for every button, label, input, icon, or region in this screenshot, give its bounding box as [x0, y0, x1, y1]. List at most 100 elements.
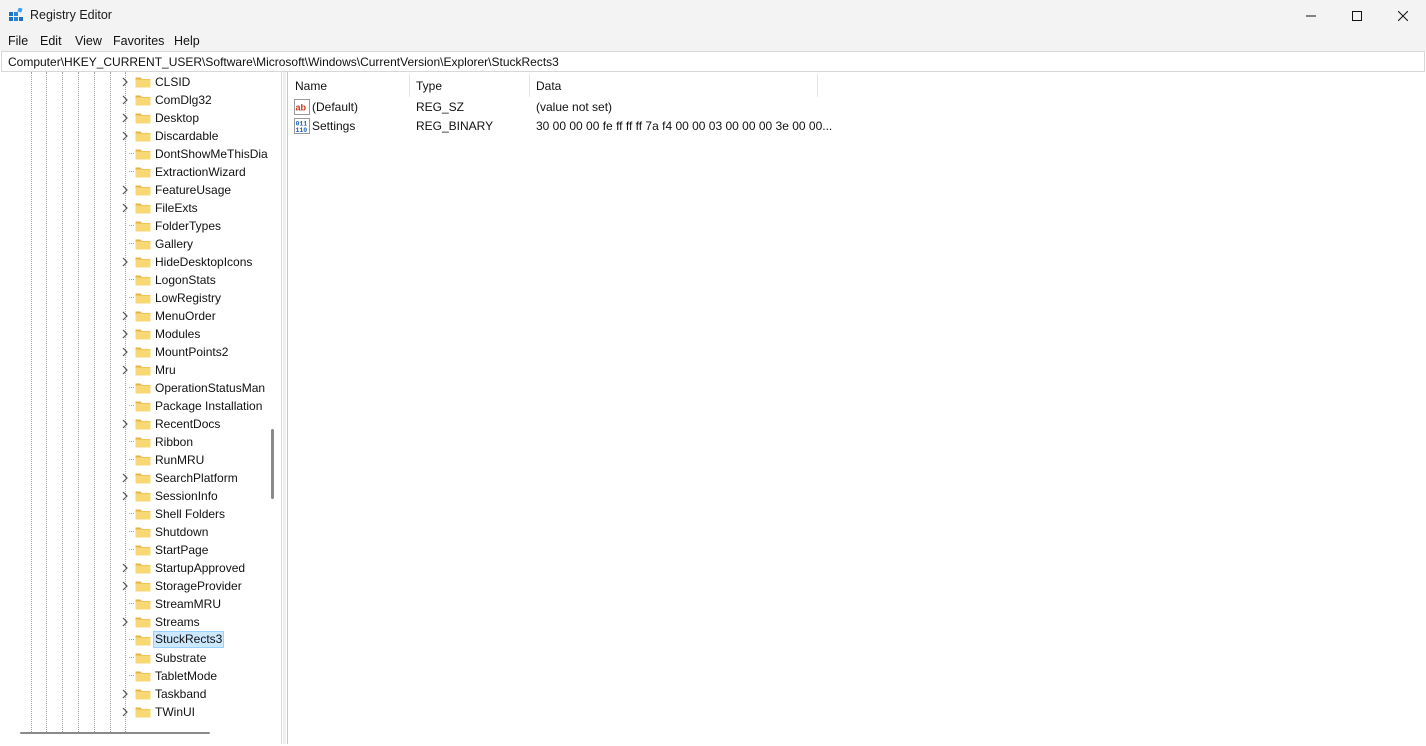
value-row[interactable]: ab (Default) REG_SZ (value not set): [288, 98, 828, 117]
tree-item-label: LogonStats: [155, 273, 216, 287]
chevron-right-icon[interactable]: [120, 329, 130, 339]
folder-icon: [135, 257, 151, 268]
chevron-right-icon[interactable]: [120, 131, 130, 141]
address-bar[interactable]: Computer\HKEY_CURRENT_USER\Software\Micr…: [1, 51, 1425, 72]
column-separator[interactable]: [817, 74, 818, 97]
tree-item[interactable]: HideDesktopIcons: [1, 253, 266, 271]
chevron-right-icon[interactable]: [120, 563, 130, 573]
tree-item[interactable]: RecentDocs: [1, 415, 266, 433]
value-row[interactable]: 011 110 Settings REG_BINARY 30 00 00 00 fe f…: [288, 117, 832, 136]
chevron-right-icon[interactable]: [120, 707, 130, 717]
maximize-icon: [1352, 10, 1362, 21]
chevron-right-icon[interactable]: [120, 689, 130, 699]
tree-item[interactable]: DontShowMeThisDia: [1, 145, 268, 163]
menu-edit[interactable]: Edit: [40, 34, 62, 48]
tree-vertical-scrollbar[interactable]: [271, 429, 274, 499]
chevron-right-icon[interactable]: [120, 581, 130, 591]
folder-icon: [135, 581, 151, 592]
tree-item[interactable]: LowRegistry: [1, 289, 266, 307]
folder-icon: [135, 383, 151, 394]
tree-item[interactable]: Modules: [1, 325, 266, 343]
chevron-right-icon[interactable]: [120, 185, 130, 195]
tree-item[interactable]: StuckRects3: [1, 631, 266, 649]
tree-item[interactable]: LogonStats: [1, 271, 266, 289]
chevron-right-icon[interactable]: [120, 311, 130, 321]
tree-item[interactable]: Gallery: [1, 235, 266, 253]
tree-item[interactable]: Mru: [1, 361, 266, 379]
tree-item-label: OperationStatusMan: [155, 381, 266, 395]
tree-item-label: Discardable: [155, 129, 219, 143]
tree-item[interactable]: FolderTypes: [1, 217, 266, 235]
tree-horizontal-scrollbar[interactable]: [20, 732, 210, 734]
tree-item[interactable]: Taskband: [1, 685, 266, 703]
address-path[interactable]: Computer\HKEY_CURRENT_USER\Software\Micr…: [8, 55, 559, 69]
tree-item[interactable]: ComDlg32: [1, 91, 266, 109]
tree-item[interactable]: Discardable: [1, 127, 266, 145]
column-header-name[interactable]: Name: [288, 72, 409, 97]
folder-icon: [135, 455, 151, 466]
tree-item[interactable]: FileExts: [1, 199, 266, 217]
folder-icon: [135, 653, 151, 664]
chevron-right-icon[interactable]: [120, 203, 130, 213]
tree-item[interactable]: MountPoints2: [1, 343, 266, 361]
tree-item-label: HideDesktopIcons: [155, 255, 253, 269]
tree-item-label: Package Installation: [155, 399, 263, 413]
chevron-right-icon[interactable]: [120, 77, 130, 87]
tree-item[interactable]: Shell Folders: [1, 505, 266, 523]
tree-item[interactable]: SearchPlatform: [1, 469, 266, 487]
tree-item[interactable]: Desktop: [1, 109, 266, 127]
tree-item[interactable]: RunMRU: [1, 451, 266, 469]
tree-item[interactable]: Streams: [1, 613, 266, 631]
minimize-button[interactable]: [1288, 0, 1334, 31]
tree-item[interactable]: TabletMode: [1, 667, 266, 685]
folder-icon: [135, 707, 151, 718]
tree-item[interactable]: MenuOrder: [1, 307, 266, 325]
folder-icon: [135, 509, 151, 520]
tree-item[interactable]: CLSID: [1, 73, 266, 91]
tree-item[interactable]: StartPage: [1, 541, 266, 559]
column-header-type[interactable]: Type: [409, 72, 529, 97]
tree-item[interactable]: StreamMRU: [1, 595, 266, 613]
chevron-right-icon[interactable]: [120, 617, 130, 627]
tree-item[interactable]: Substrate: [1, 649, 266, 667]
chevron-right-icon[interactable]: [120, 95, 130, 105]
close-button[interactable]: [1380, 0, 1426, 31]
tree-item[interactable]: StorageProvider: [1, 577, 266, 595]
chevron-right-icon[interactable]: [120, 365, 130, 375]
tree-item[interactable]: Ribbon: [1, 433, 266, 451]
tree-item[interactable]: Package Installation: [1, 397, 266, 415]
menu-favorites[interactable]: Favorites: [113, 34, 164, 48]
menu-help[interactable]: Help: [174, 34, 200, 48]
column-header-data[interactable]: Data: [529, 72, 817, 97]
tree-item[interactable]: Shutdown: [1, 523, 266, 541]
tree-item[interactable]: FeatureUsage: [1, 181, 266, 199]
maximize-button[interactable]: [1334, 0, 1380, 31]
folder-icon: [135, 671, 151, 682]
tree-item[interactable]: SessionInfo: [1, 487, 266, 505]
tree-item[interactable]: StartupApproved: [1, 559, 266, 577]
chevron-right-icon[interactable]: [120, 491, 130, 501]
menu-view[interactable]: View: [75, 34, 102, 48]
chevron-right-icon[interactable]: [120, 419, 130, 429]
menu-file[interactable]: File: [8, 34, 28, 48]
chevron-right-icon[interactable]: [120, 347, 130, 357]
tree-item[interactable]: ExtractionWizard: [1, 163, 266, 181]
pane-splitter[interactable]: [283, 72, 286, 744]
tree-connector: [129, 657, 134, 658]
values-list[interactable]: Name Type Data ab (Default) REG_SZ (value n…: [287, 72, 1425, 744]
minimize-icon: [1306, 15, 1316, 16]
value-data: 30 00 00 00 fe ff ff ff 7a f4 00 00 03 0…: [536, 119, 833, 133]
folder-icon: [135, 113, 151, 124]
chevron-right-icon[interactable]: [120, 113, 130, 123]
chevron-right-icon[interactable]: [120, 257, 130, 267]
folder-icon: [135, 149, 151, 160]
tree-item-label: TabletMode: [155, 669, 218, 683]
tree-item[interactable]: OperationStatusMan: [1, 379, 266, 397]
tree-item-label: LowRegistry: [155, 291, 222, 305]
folder-icon: [135, 95, 151, 106]
tree-item[interactable]: TWinUI: [1, 703, 266, 721]
chevron-right-icon[interactable]: [120, 473, 130, 483]
tree-item-label: Shell Folders: [155, 507, 226, 521]
value-data: (value not set): [536, 100, 613, 114]
key-tree[interactable]: CLSID ComDlg32 Desktop Discardable DontShowM…: [1, 72, 282, 744]
